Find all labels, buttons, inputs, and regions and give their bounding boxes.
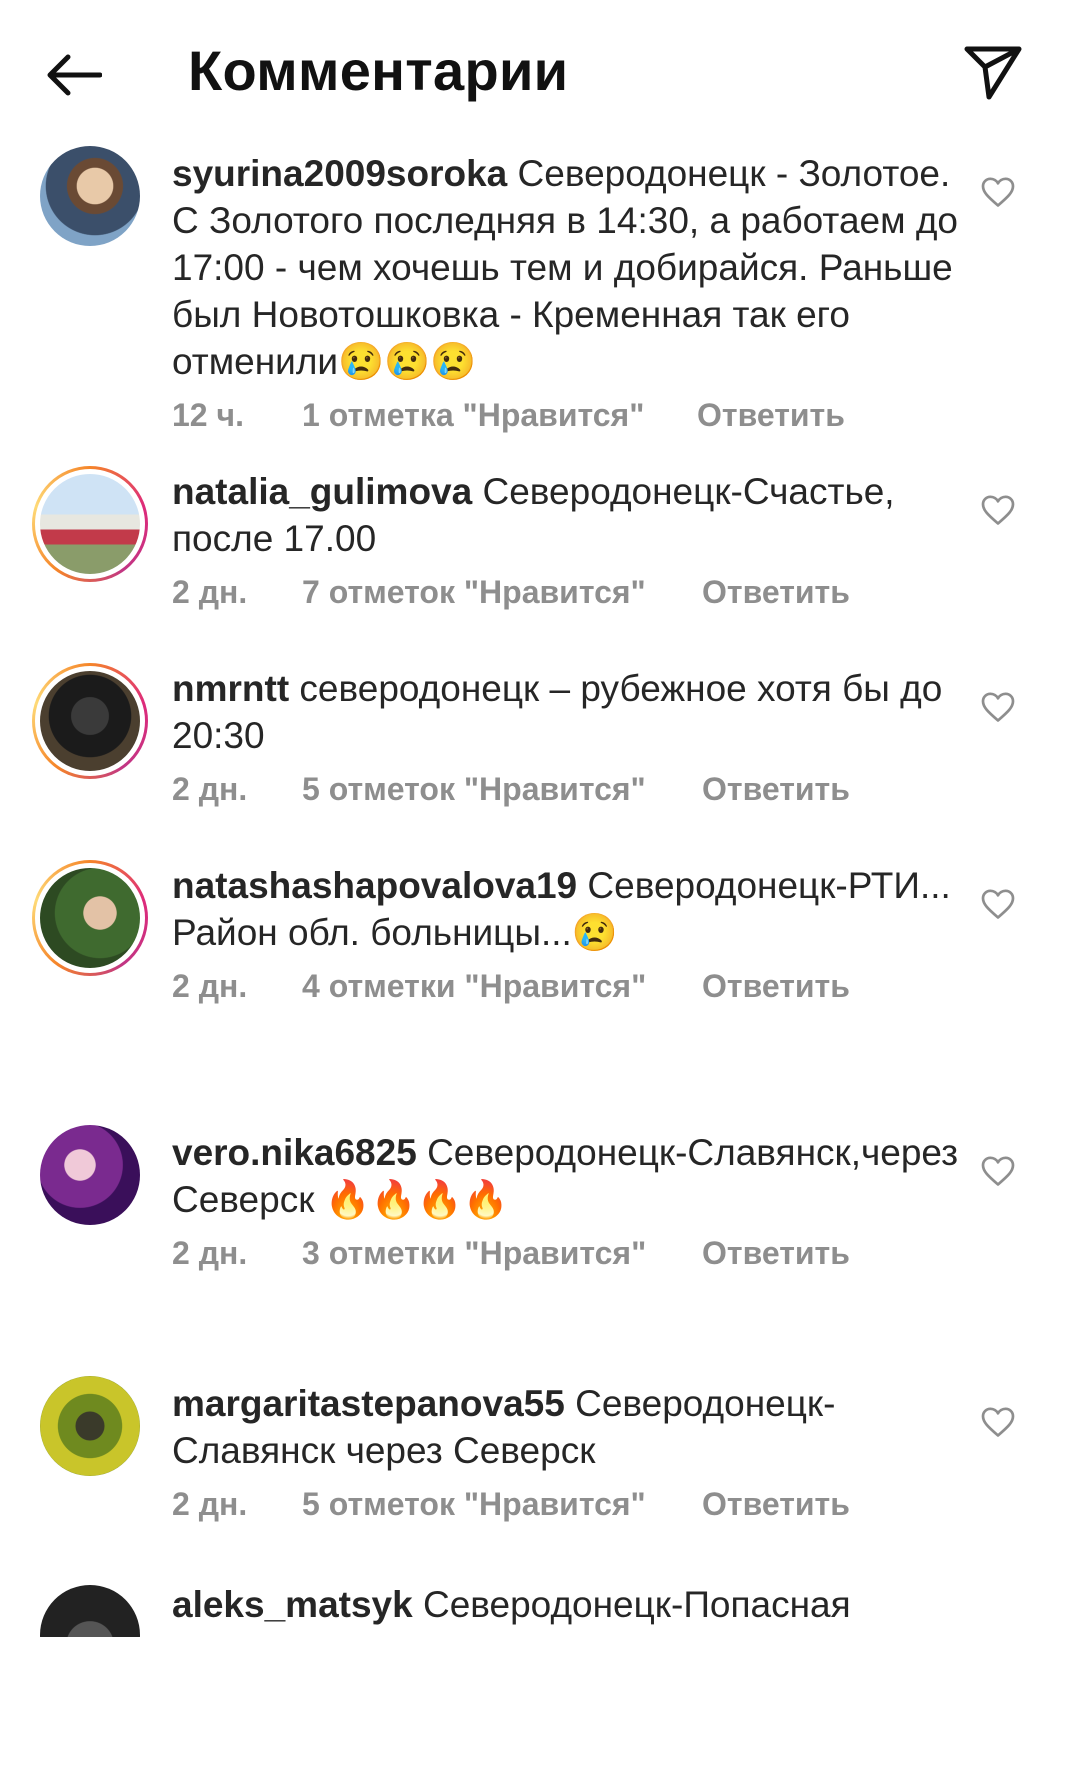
heart-outline-icon[interactable] xyxy=(980,1404,1016,1440)
comment-meta: 2 дн. 4 отметки "Нравится" Ответить xyxy=(172,968,962,1005)
reply-button[interactable]: Ответить xyxy=(702,574,850,611)
paper-plane-icon xyxy=(964,46,1022,100)
comment-item: natashashapovalova19 Северодонецк-РТИ...… xyxy=(0,860,1080,1129)
comment-likes-count[interactable]: 7 отметок "Нравится" xyxy=(302,574,702,611)
comment-item: vero.nika6825 Северодонецк-Славянск,чере… xyxy=(0,1125,1080,1380)
reply-button[interactable]: Ответить xyxy=(702,968,850,1005)
comment-text: syurina2009soroka Северодонецк - Золотое… xyxy=(172,150,962,385)
page-title: Комментарии xyxy=(188,39,569,102)
comment-likes-count[interactable]: 5 отметок "Нравится" xyxy=(302,771,702,808)
comment-username[interactable]: vero.nika6825 xyxy=(172,1132,417,1173)
avatar[interactable] xyxy=(32,1117,148,1233)
comment-item: margaritastepanova55 Северодонецк-Славян… xyxy=(0,1376,1080,1577)
comment-username[interactable]: natashashapovalova19 xyxy=(172,865,577,906)
reply-button[interactable]: Ответить xyxy=(697,397,845,434)
comment-username[interactable]: nmrntt xyxy=(172,668,289,709)
comment-time: 2 дн. xyxy=(172,1235,248,1271)
comment-username[interactable]: margaritastepanova55 xyxy=(172,1383,565,1424)
comment-username[interactable]: natalia_gulimova xyxy=(172,471,472,512)
heart-outline-icon[interactable] xyxy=(980,174,1016,210)
comment-message: Северодонецк-Попасная xyxy=(412,1584,851,1625)
heart-outline-icon[interactable] xyxy=(980,1153,1016,1189)
heart-outline-icon[interactable] xyxy=(980,886,1016,922)
comment-time: 2 дн. xyxy=(172,1486,248,1522)
comment-item: natalia_gulimova Северодонецк-Счастье, п… xyxy=(0,466,1080,665)
avatar[interactable] xyxy=(32,1577,148,1637)
avatar[interactable] xyxy=(32,466,148,582)
back-button[interactable] xyxy=(38,40,108,110)
comment-item: aleks_matsyk Северодонецк-Попасная xyxy=(0,1577,1080,1637)
comment-username[interactable]: syurina2009soroka xyxy=(172,153,507,194)
comment-text: aleks_matsyk Северодонецк-Попасная xyxy=(172,1581,962,1628)
avatar[interactable] xyxy=(32,663,148,779)
comment-time: 12 ч. xyxy=(172,397,244,433)
avatar[interactable] xyxy=(32,1368,148,1484)
comment-meta: 12 ч. 1 отметка "Нравится" Ответить xyxy=(172,397,962,434)
top-bar: Комментарии xyxy=(0,0,1080,142)
comment-item: syurina2009soroka Северодонецк - Золотое… xyxy=(0,146,1080,468)
comment-text: vero.nika6825 Северодонецк-Славянск,чере… xyxy=(172,1129,962,1223)
reply-button[interactable]: Ответить xyxy=(702,1235,850,1272)
comment-meta: 2 дн. 5 отметок "Нравится" Ответить xyxy=(172,1486,962,1523)
avatar[interactable] xyxy=(32,138,148,254)
comment-text: nmrntt северодонецк – рубежное хотя бы д… xyxy=(172,665,962,759)
comment-likes-count[interactable]: 1 отметка "Нравится" xyxy=(302,397,697,434)
reply-button[interactable]: Ответить xyxy=(702,1486,850,1523)
comment-likes-count[interactable]: 5 отметок "Нравится" xyxy=(302,1486,702,1523)
comment-item: nmrntt северодонецк – рубежное хотя бы д… xyxy=(0,663,1080,862)
comment-text: margaritastepanova55 Северодонецк-Славян… xyxy=(172,1380,962,1474)
comment-time: 2 дн. xyxy=(172,968,248,1004)
comment-meta: 2 дн. 3 отметки "Нравится" Ответить xyxy=(172,1235,962,1272)
comment-text: natalia_gulimova Северодонецк-Счастье, п… xyxy=(172,468,962,562)
comment-likes-count[interactable]: 4 отметки "Нравится" xyxy=(302,968,702,1005)
heart-outline-icon[interactable] xyxy=(980,492,1016,528)
share-button[interactable] xyxy=(956,36,1030,110)
comments-list: syurina2009soroka Северодонецк - Золотое… xyxy=(0,146,1080,1637)
comment-meta: 2 дн. 7 отметок "Нравится" Ответить xyxy=(172,574,962,611)
comment-username[interactable]: aleks_matsyk xyxy=(172,1584,413,1625)
comment-time: 2 дн. xyxy=(172,574,248,610)
comment-meta: 2 дн. 5 отметок "Нравится" Ответить xyxy=(172,771,962,808)
heart-outline-icon[interactable] xyxy=(980,689,1016,725)
comment-text: natashashapovalova19 Северодонецк-РТИ...… xyxy=(172,862,962,956)
arrow-left-icon xyxy=(47,54,102,96)
comment-likes-count[interactable]: 3 отметки "Нравится" xyxy=(302,1235,702,1272)
avatar[interactable] xyxy=(32,860,148,976)
comment-time: 2 дн. xyxy=(172,771,248,807)
reply-button[interactable]: Ответить xyxy=(702,771,850,808)
